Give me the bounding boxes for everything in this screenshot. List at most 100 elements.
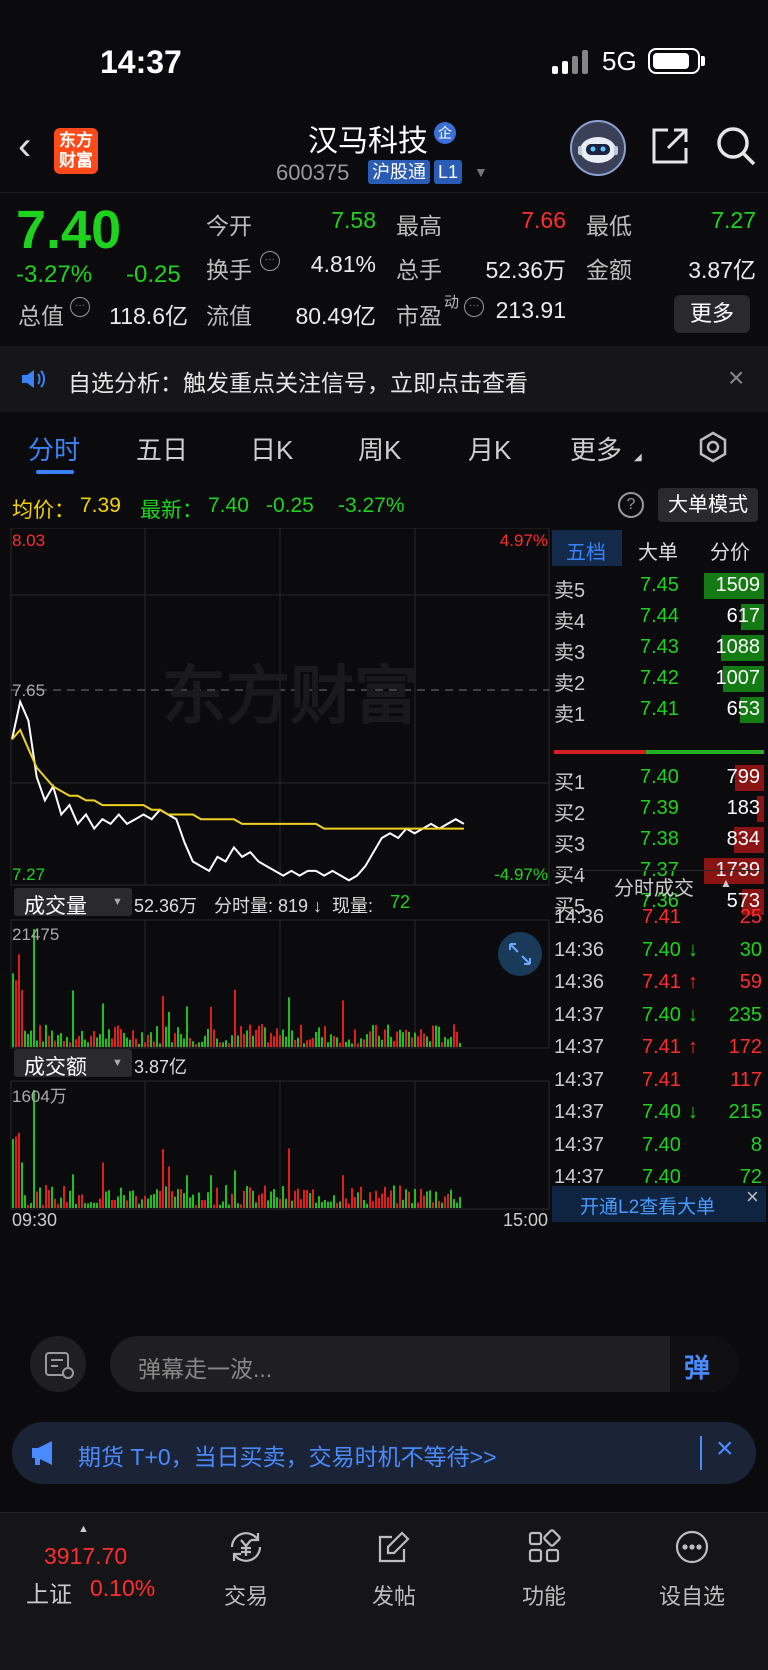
- amount-selector[interactable]: 成交额 ▼: [14, 1049, 132, 1079]
- buy-level-row[interactable]: 买2 7.39 183: [552, 793, 766, 825]
- buy-level-volume: 834: [726, 828, 760, 850]
- more-button[interactable]: 更多: [674, 295, 750, 333]
- tab-five-day[interactable]: 五日: [136, 430, 188, 467]
- volume-bar: [99, 1034, 101, 1047]
- volume-bar: [240, 1026, 242, 1047]
- volume-bar: [366, 1034, 368, 1047]
- volume-bar: [381, 1039, 383, 1047]
- close-icon[interactable]: ×: [728, 362, 744, 394]
- share-icon[interactable]: [648, 124, 692, 168]
- nav-post[interactable]: 发帖: [344, 1527, 444, 1611]
- volume-bar: [39, 1025, 41, 1047]
- settings-icon[interactable]: [696, 430, 730, 469]
- volume-bar: [78, 1035, 80, 1047]
- buy-level-volume: 183: [726, 797, 760, 819]
- volume-bar: [435, 1025, 437, 1047]
- volume-bar: [204, 1035, 206, 1047]
- volume-bar: [390, 1190, 392, 1208]
- volume-bar: [147, 1034, 149, 1047]
- volume-bar: [303, 1189, 305, 1208]
- amount-label: 成交额: [24, 1056, 87, 1079]
- buy-level-row[interactable]: 买1 7.40 799: [552, 762, 766, 794]
- intraday-chart[interactable]: 东方财富 8.03 4.97% 7.65 7.27 -4.97% 21475 1…: [10, 527, 550, 1230]
- volume-bar: [192, 1194, 194, 1208]
- tab-daily-k[interactable]: 日K: [250, 430, 293, 467]
- volume-bar: [111, 1038, 113, 1047]
- nav-trade[interactable]: 交易: [196, 1527, 296, 1611]
- volume-bar: [81, 1194, 83, 1208]
- volume-bar: [396, 1203, 398, 1208]
- tab-monthly-k[interactable]: 月K: [468, 430, 511, 467]
- volume-bar: [363, 1039, 365, 1047]
- tab-intraday[interactable]: 分时: [28, 430, 80, 467]
- trade-row: 14:37 7.40 8: [552, 1130, 766, 1162]
- tab-five-levels[interactable]: 五档: [566, 536, 606, 565]
- danmu-input[interactable]: 弹幕走一波... 弹: [110, 1336, 738, 1392]
- info-icon[interactable]: ···: [260, 251, 280, 271]
- volume-bar: [87, 1203, 89, 1208]
- volume-bar: [420, 1029, 422, 1047]
- back-icon[interactable]: ‹: [18, 124, 48, 169]
- futures-ad-banner[interactable]: 期货 T+0，当日买卖，交易时机不等待>> ×: [12, 1422, 756, 1484]
- notice-bar[interactable]: 自选分析：触发重点关注信号，立即点击查看 ×: [0, 346, 768, 412]
- sell-level-row[interactable]: 卖4 7.44 617: [552, 601, 766, 633]
- volume-bar: [195, 1043, 197, 1047]
- index-ticker[interactable]: ▲ 3917.70 上证 0.10%: [0, 1513, 160, 1633]
- danmu-list-icon[interactable]: [30, 1336, 86, 1392]
- volume-bar: [60, 1033, 62, 1047]
- volume-bar: [279, 1035, 281, 1047]
- amount-grid: [10, 1080, 550, 1210]
- close-icon[interactable]: ×: [716, 1432, 734, 1466]
- volume-bar: [129, 1039, 131, 1047]
- sell-level-row[interactable]: 卖2 7.42 1007: [552, 663, 766, 695]
- sell-level-row[interactable]: 卖5 7.45 1509: [552, 570, 766, 602]
- tab-weekly-k[interactable]: 周K: [358, 430, 401, 467]
- volume-bar: [411, 1037, 413, 1047]
- volume-bar: [117, 1196, 119, 1208]
- sell-level-price: 7.45: [640, 574, 679, 596]
- sell-level-row[interactable]: 卖1 7.41 653: [552, 694, 766, 726]
- sell-level-row[interactable]: 卖3 7.43 1088: [552, 632, 766, 664]
- volume-bar: [315, 1032, 317, 1047]
- volume-bar: [93, 1031, 95, 1047]
- nav-add-watchlist[interactable]: 设自选: [642, 1527, 742, 1611]
- expand-icon[interactable]: [498, 932, 542, 976]
- volume-bar: [399, 1029, 401, 1047]
- volume-bar: [237, 1203, 239, 1208]
- help-icon[interactable]: ?: [618, 492, 644, 518]
- caret-up-icon[interactable]: ▲: [720, 876, 732, 890]
- big-order-mode-button[interactable]: 大单模式: [658, 488, 758, 522]
- stock-header: ‹ 东方 财富 汉马科技 企 600375 沪股通 L1 ▼: [0, 110, 768, 190]
- app-logo[interactable]: 东方 财富: [54, 128, 98, 174]
- volume-bar: [330, 1201, 332, 1208]
- volume-bar: [210, 1175, 212, 1208]
- latest-change: -0.25: [266, 494, 314, 517]
- volume-selector[interactable]: 成交量 ▼: [14, 888, 132, 918]
- tab-big-orders[interactable]: 大单: [638, 536, 678, 565]
- volume-bar: [201, 1041, 203, 1047]
- close-icon[interactable]: ×: [746, 1184, 759, 1210]
- trade-row: 14:37 7.41 ↑ 172: [552, 1032, 766, 1064]
- trade-time: 14:37: [554, 1036, 605, 1058]
- tab-price-dist[interactable]: 分价: [710, 536, 750, 565]
- volume-bar: [258, 1194, 260, 1208]
- high-label: 最高: [396, 213, 442, 239]
- l2-banner[interactable]: 开通L2查看大单 ×: [552, 1184, 766, 1222]
- robot-assistant-icon[interactable]: [570, 120, 626, 176]
- danmu-send-button[interactable]: 弹: [670, 1336, 738, 1392]
- tab-more[interactable]: 更多: [570, 430, 622, 467]
- volume-bar: [330, 1034, 332, 1047]
- volume-bar: [294, 1039, 296, 1047]
- volume-bar: [309, 1193, 311, 1208]
- buy-level-label: 买2: [554, 803, 586, 825]
- info-icon[interactable]: ···: [70, 297, 90, 317]
- stock-code: 600375: [276, 160, 350, 185]
- volume-bar: [273, 1036, 275, 1047]
- volume-bar: [183, 1038, 185, 1047]
- caret-down-icon[interactable]: ▼: [474, 164, 488, 180]
- nav-functions[interactable]: 功能: [494, 1527, 594, 1611]
- volume-bar: [333, 1195, 335, 1208]
- network-type: 5G: [602, 46, 637, 76]
- search-icon[interactable]: [714, 124, 758, 168]
- buy-level-row[interactable]: 买3 7.38 834: [552, 824, 766, 856]
